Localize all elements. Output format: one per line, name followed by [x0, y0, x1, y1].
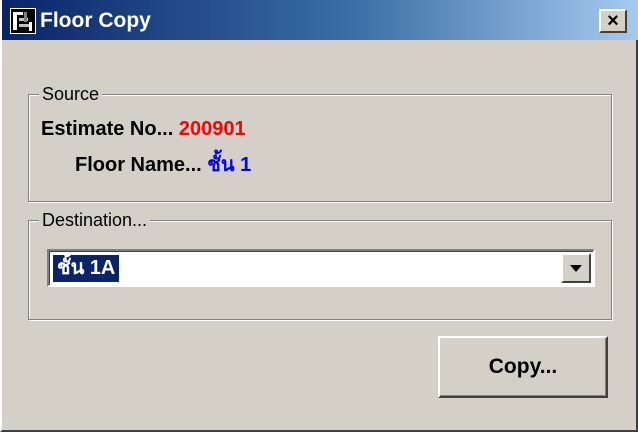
- destination-floor-value[interactable]: ชั้น 1A: [53, 255, 120, 282]
- destination-floor-combo[interactable]: ชั้น 1A: [47, 249, 595, 287]
- floor-name-label: Floor Name...: [75, 154, 202, 176]
- copy-button[interactable]: Copy...: [438, 336, 608, 398]
- source-group: Source Estimate No... 200901 Floor Name.…: [28, 84, 612, 202]
- copy-button-label: Copy...: [488, 355, 558, 378]
- close-button[interactable]: ×: [599, 9, 627, 33]
- title-bar[interactable]: Floor Copy ×: [2, 0, 638, 40]
- source-group-label: Source: [39, 84, 103, 104]
- destination-group: Destination... ชั้น 1A: [28, 210, 612, 320]
- close-icon: ×: [607, 10, 619, 32]
- floor-name-value: ชั้น 1: [207, 154, 252, 176]
- window-title: Floor Copy: [40, 9, 151, 32]
- app-icon: [10, 8, 36, 34]
- dropdown-button[interactable]: [561, 253, 591, 283]
- floor-copy-window: Floor Copy × Source Estimate No... 20090…: [0, 0, 638, 432]
- destination-group-label: Destination...: [39, 210, 151, 230]
- estimate-value: 200901: [178, 118, 246, 140]
- estimate-row: Estimate No... 200901: [41, 117, 246, 141]
- estimate-label: Estimate No...: [41, 118, 174, 140]
- chevron-down-icon: [570, 265, 582, 272]
- floor-row: Floor Name... ชั้น 1: [75, 153, 251, 177]
